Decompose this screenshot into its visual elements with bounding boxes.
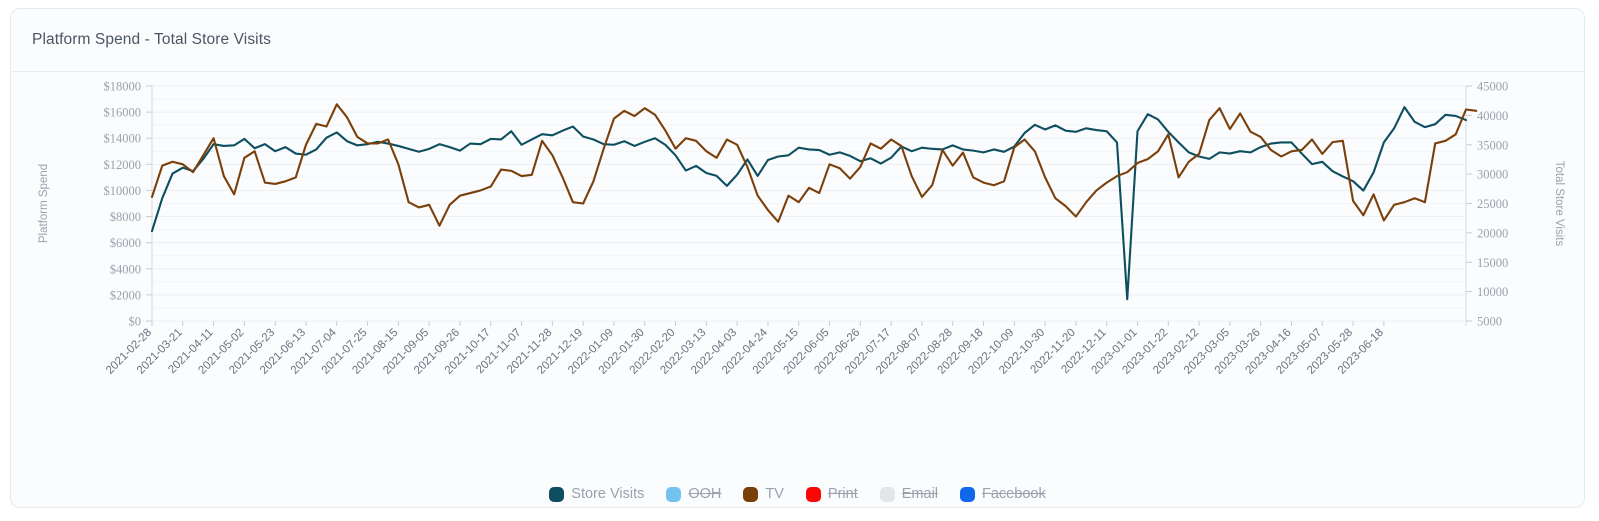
legend-item-email[interactable]: Email: [879, 486, 939, 502]
y2-axis-tick-label: 40000: [1477, 109, 1508, 123]
y-axis-tick-label: $14000: [104, 132, 142, 146]
y-axis-tick-label: $8000: [110, 210, 141, 224]
y2-axis-tick-label: 30000: [1477, 168, 1508, 182]
chart-card: Platform Spend - Total Store Visits $0 $2…: [10, 8, 1585, 508]
y-axis-tick-label: $16000: [104, 106, 142, 120]
legend-swatch-icon: [805, 486, 821, 502]
y-axis-tick-label: $4000: [110, 262, 141, 276]
line-chart: $0 $2000 $4000 $6000 $8000 $10000 $12000 $14000…: [38, 80, 1565, 377]
y-axis-tick-label: $10000: [104, 184, 142, 198]
legend-item-store-visits[interactable]: Store Visits: [549, 486, 644, 502]
legend-item-label: OOH: [688, 486, 722, 502]
y-axis-tick-label: $18000: [104, 80, 142, 94]
y2-axis-tick-label: 35000: [1477, 138, 1508, 152]
chart-legend: Store Visits OOH TV Print Email Facebook: [11, 486, 1584, 502]
card-header: Platform Spend - Total Store Visits: [11, 9, 1584, 72]
legend-item-facebook[interactable]: Facebook: [960, 486, 1046, 502]
y2-axis-tick-label: 5000: [1477, 315, 1502, 329]
legend-swatch-icon: [879, 486, 895, 502]
y-axis-tick-label: $0: [129, 315, 142, 329]
legend-item-label: Print: [827, 486, 858, 502]
legend-item-label: Facebook: [982, 486, 1046, 502]
y2-axis-tick-label: 15000: [1477, 256, 1508, 270]
y2-axis-title: Total Store Visits: [1553, 161, 1565, 247]
chart-area: $0 $2000 $4000 $6000 $8000 $10000 $12000 $14000…: [11, 72, 1584, 507]
legend-swatch-icon: [666, 486, 682, 502]
legend-item-label: Email: [901, 486, 939, 502]
legend-swatch-icon: [549, 486, 565, 502]
y2-axis-tick-label: 20000: [1477, 226, 1508, 240]
y2-axis-tick-label: 25000: [1477, 197, 1508, 211]
y-axis-title: Platform Spend: [38, 164, 50, 243]
legend-item-label: Store Visits: [571, 486, 645, 502]
legend-swatch-icon: [960, 486, 976, 502]
screenshot-root: Platform Spend - Total Store Visits $0 $2…: [0, 0, 1599, 521]
page-title: Platform Spend - Total Store Visits: [32, 31, 271, 48]
legend-item-label: TV: [765, 486, 784, 502]
y2-axis-tick-label: 10000: [1477, 285, 1508, 299]
legend-item-tv[interactable]: TV: [743, 486, 784, 502]
y2-axis-tick-label: 45000: [1477, 80, 1508, 94]
legend-swatch-icon: [743, 486, 759, 502]
series-line-tv: [150, 103, 1478, 227]
legend-item-ooh[interactable]: OOH: [666, 486, 721, 502]
y-axis-tick-label: $2000: [110, 288, 141, 302]
y-axis-tick-label: $12000: [104, 158, 142, 172]
y-axis-tick-label: $6000: [110, 236, 141, 250]
legend-item-print[interactable]: Print: [805, 486, 858, 502]
